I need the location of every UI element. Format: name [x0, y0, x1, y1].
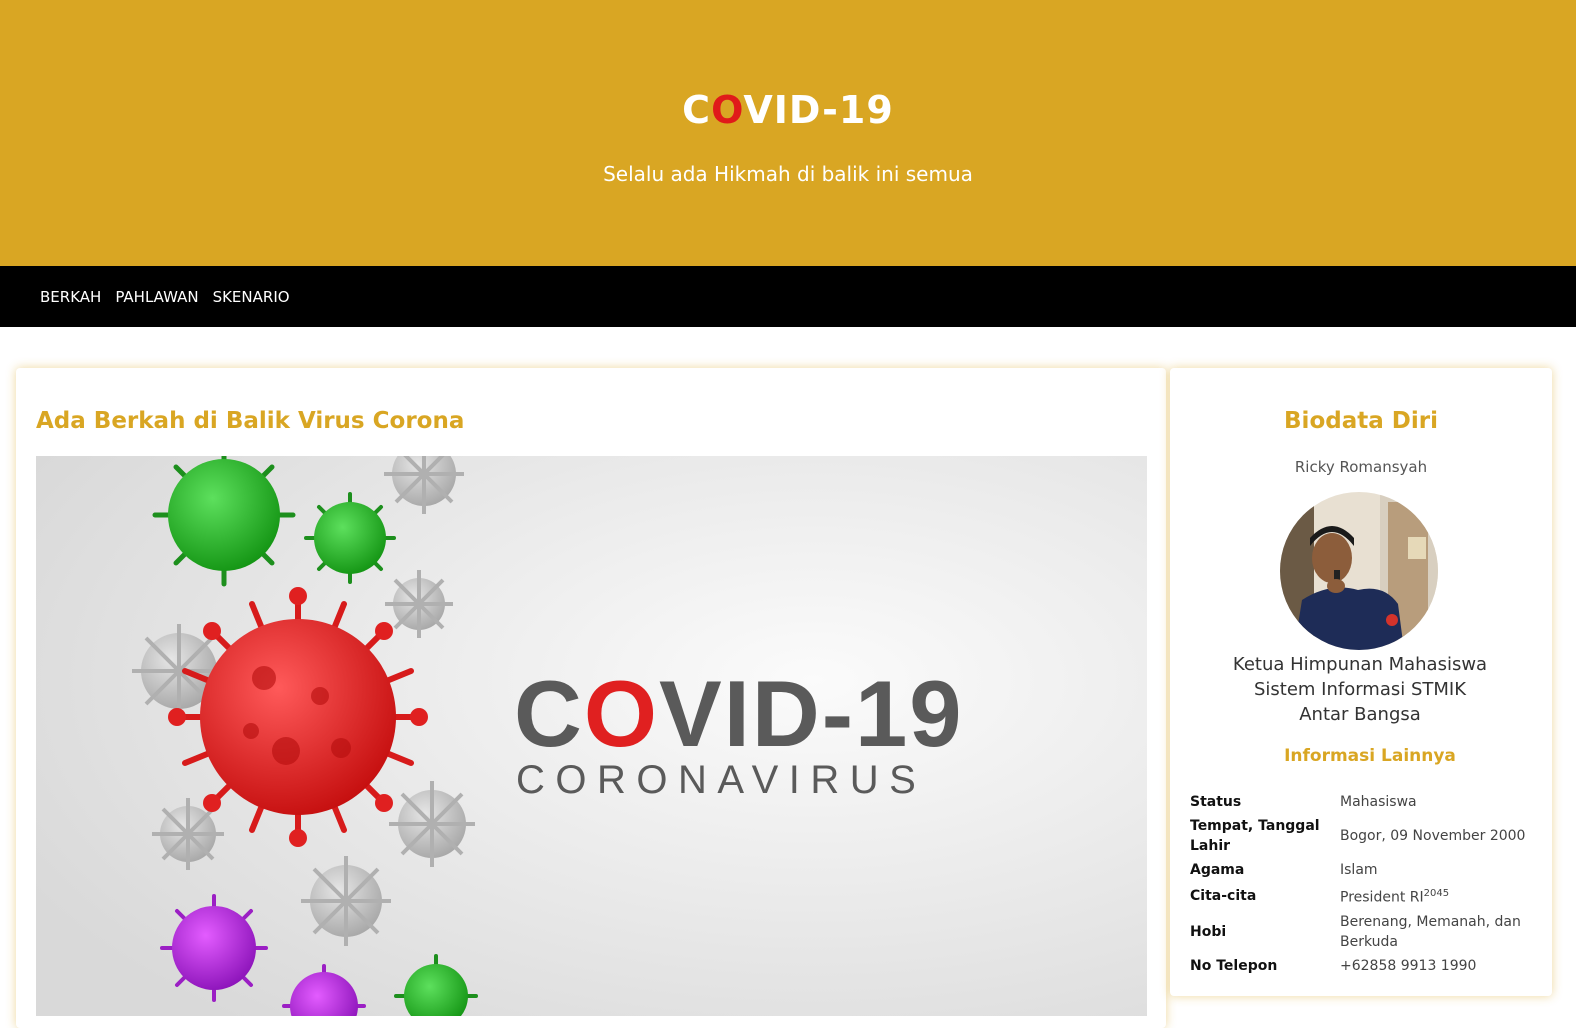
info-key: Agama: [1190, 862, 1245, 878]
info-row-phone: No Telepon +62858 9913 1990: [1190, 954, 1530, 978]
hero-word-o: O: [584, 661, 659, 766]
site-title-rest: VID-19: [743, 88, 894, 132]
info-key: Status: [1190, 794, 1242, 810]
hero-word-covid: COVID-19: [514, 661, 964, 766]
site-title-c: C: [682, 88, 712, 132]
avatar: [1280, 492, 1438, 650]
virus-grey-2: [385, 570, 453, 638]
info-value-text: President RI: [1340, 889, 1424, 906]
info-section-title: Informasi Lainnya: [1284, 746, 1456, 766]
nav-link-skenario[interactable]: SKENARIO: [213, 288, 290, 306]
biodata-name: Ricky Romansyah: [1294, 458, 1428, 476]
info-row-status: Status Mahasiswa: [1190, 790, 1530, 814]
main-nav: BERKAH PAHLAWAN SKENARIO: [0, 266, 1576, 327]
site-title: COVID-19: [0, 88, 1576, 132]
biodata-card: Biodata Diri Ricky Romansyah Ketua Himpu…: [1170, 368, 1552, 996]
biodata-role-line-1: Ketua Himpunan Mahasiswa: [1232, 654, 1488, 675]
info-value: Mahasiswa: [1340, 794, 1417, 810]
info-value-sup: 2045: [1423, 888, 1450, 899]
info-row-hobby: Hobi Berenang, Memanah, dan Berkuda: [1190, 910, 1530, 954]
nav-link-berkah[interactable]: BERKAH: [40, 288, 101, 306]
article-title: Ada Berkah di Balik Virus Corona: [36, 408, 465, 434]
hero-word-coronavirus: CORONAVIRUS: [516, 758, 926, 802]
biodata-role-line-2: Sistem Informasi STMIK: [1253, 679, 1467, 700]
info-value: Islam: [1340, 862, 1378, 878]
info-table: Status Mahasiswa Tempat, Tanggal Lahir B…: [1190, 790, 1530, 978]
info-value: Bogor, 09 November 2000: [1340, 828, 1526, 844]
info-key: Tempat, Tanggal Lahir: [1190, 818, 1320, 854]
info-row-birth: Tempat, Tanggal Lahir Bogor, 09 November…: [1190, 814, 1530, 858]
info-value: Berenang, Memanah, dan Berkuda: [1340, 913, 1521, 950]
nav-link-pahlawan[interactable]: PAHLAWAN: [115, 288, 198, 306]
article-card: Ada Berkah di Balik Virus Corona COVID-1…: [16, 368, 1166, 1028]
virus-grey-6: [301, 856, 391, 946]
info-key: No Telepon: [1190, 957, 1278, 974]
hero-word-rest: VID-19: [659, 661, 964, 766]
site-title-o: O: [711, 88, 744, 132]
hero-word-c: C: [514, 661, 584, 766]
info-value: +62858 9913 1990: [1340, 957, 1477, 974]
info-row-religion: Agama Islam: [1190, 858, 1530, 882]
virus-red: [168, 587, 428, 847]
virus-purple-1: [160, 894, 268, 1002]
info-row-aspiration: Cita-cita President RI2045: [1190, 882, 1530, 910]
site-subtitle: Selalu ada Hikmah di balik ini semua: [603, 162, 973, 186]
article-hero-image: COVID-19 CORONAVIRUS: [36, 456, 1147, 1016]
info-key: Hobi: [1190, 923, 1227, 940]
biodata-title: Biodata Diri: [1284, 408, 1438, 434]
virus-green-2: [304, 492, 396, 584]
info-value: President RI2045: [1340, 882, 1530, 910]
site-header: COVID-19 Selalu ada Hikmah di balik ini …: [0, 0, 1576, 266]
info-key: Cita-cita: [1190, 887, 1257, 904]
biodata-role-line-3: Antar Bangsa: [1299, 704, 1421, 725]
biodata-role: Ketua Himpunan Mahasiswa Sistem Informas…: [1190, 652, 1530, 727]
